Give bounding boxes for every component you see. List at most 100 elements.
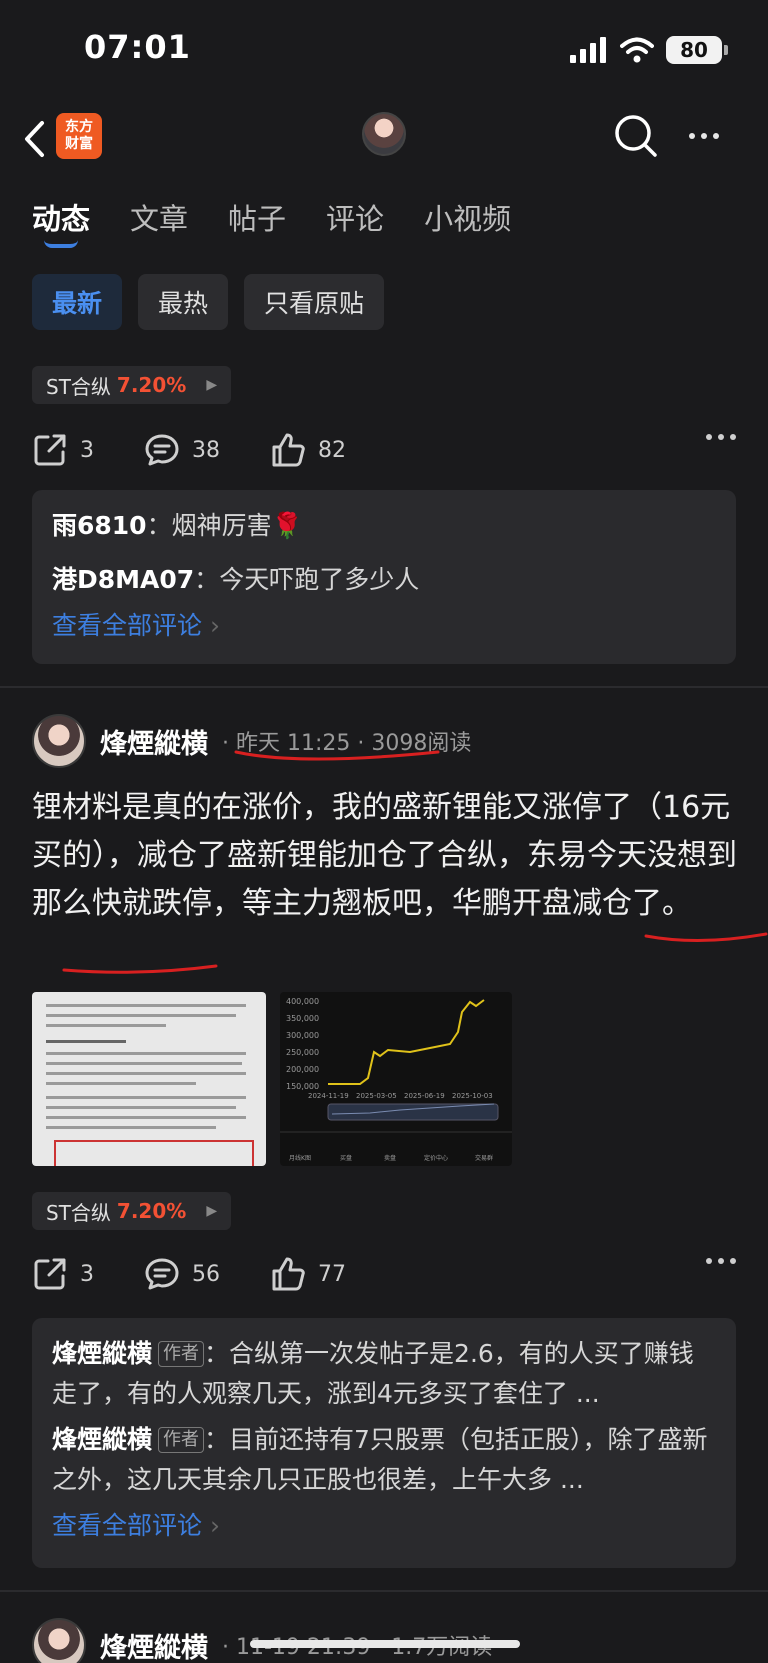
filter-bar: 最新 最热 只看原贴 xyxy=(32,274,385,330)
dot-icon xyxy=(706,434,712,440)
chart-x-tick: 2024-11-19 xyxy=(308,1092,349,1100)
share-count: 3 xyxy=(80,437,94,463)
battery-indicator: 80 xyxy=(666,36,722,64)
app-logo[interactable]: 东方 财富 xyxy=(56,113,102,159)
dot-icon xyxy=(730,434,736,440)
comment-button[interactable]: 56 xyxy=(144,1256,220,1292)
post-image-document[interactable] xyxy=(32,992,266,1166)
chart-y-tick: 250,000 xyxy=(286,1048,319,1057)
comment-item[interactable]: 烽煙縱横 作者 ：目前还持有7只股票（包括正股），除了盛新之外，这几天其余几只正股也… xyxy=(52,1420,716,1500)
author-badge: 作者 xyxy=(158,1341,205,1367)
back-button[interactable] xyxy=(14,114,54,164)
chart-y-tick: 300,000 xyxy=(286,1031,319,1040)
view-all-comments-link[interactable]: 查看全部评论 › xyxy=(52,1506,716,1546)
profile-avatar[interactable] xyxy=(362,112,406,156)
comment-author[interactable]: 雨6810 xyxy=(52,511,147,540)
view-all-comments-link[interactable]: 查看全部评论 › xyxy=(52,606,716,646)
comment-icon xyxy=(145,1258,179,1290)
post-time: 昨天 11:25 xyxy=(236,731,351,756)
chart-y-tick: 200,000 xyxy=(286,1065,319,1074)
thumbs-up-icon xyxy=(272,433,305,467)
chart-bottom-tab: 月线K图 xyxy=(289,1154,311,1162)
filter-hottest[interactable]: 最热 xyxy=(138,274,229,330)
dot-icon xyxy=(730,1258,736,1264)
post-body[interactable]: 锂材料是真的在涨价，我的盛新锂能又涨停了（16元买的），减仓了盛新锂能加仓了合纵… xyxy=(32,784,738,928)
share-icon xyxy=(34,434,66,466)
post-header: 烽煙縱横 · 昨天 11:25 · 3098阅读 xyxy=(32,712,471,770)
comment-icon xyxy=(145,434,179,466)
tab-posts[interactable]: 帖子 xyxy=(228,196,286,238)
comment-count: 38 xyxy=(192,437,220,463)
like-button[interactable]: 82 xyxy=(270,432,346,468)
like-count: 77 xyxy=(318,1261,346,1287)
status-time: 07:01 xyxy=(84,28,191,66)
author-name[interactable]: 烽煙縱横 xyxy=(100,722,208,761)
battery-tip xyxy=(724,45,728,55)
chart-x-tick: 2025-10-03 xyxy=(452,1092,493,1100)
dot-icon xyxy=(718,434,724,440)
chevron-left-icon xyxy=(25,121,44,157)
stock-name: ST合纵 xyxy=(46,374,111,399)
author-avatar[interactable] xyxy=(32,1618,86,1663)
comment-author[interactable]: 港D8MA07 xyxy=(52,565,194,594)
nav-bar: 东方 财富 xyxy=(0,100,768,180)
more-options-button[interactable] xyxy=(680,116,728,156)
share-button[interactable]: 3 xyxy=(32,1256,94,1292)
tab-comments[interactable]: 评论 xyxy=(326,196,384,238)
post-more-button[interactable] xyxy=(706,434,736,440)
comment-item[interactable]: 烽煙縱横 作者 ：合纵第一次发帖子是2.6，有的人买了赚钱走了，有的人观察几天，涨到… xyxy=(52,1334,716,1414)
share-icon xyxy=(34,1258,66,1290)
comment-item[interactable]: 雨6810：烟神厉害🌹 xyxy=(52,506,716,546)
post-actions: 3 38 82 xyxy=(32,426,736,474)
search-button[interactable] xyxy=(612,112,660,160)
chevron-right-icon: ▶ xyxy=(206,1203,218,1219)
tab-label: 动态 xyxy=(32,202,91,236)
stock-name: ST合纵 xyxy=(46,1200,111,1225)
home-indicator[interactable] xyxy=(250,1640,520,1648)
post-more-button[interactable] xyxy=(706,1258,736,1264)
chart-x-tick: 2025-03-05 xyxy=(356,1092,397,1100)
comment-text: 今天吓跑了多少人 xyxy=(219,565,420,594)
stock-change: 7.20% xyxy=(116,373,187,397)
filter-latest[interactable]: 最新 xyxy=(32,274,123,330)
status-bar: 07:01 80 xyxy=(0,0,768,100)
comment-count: 56 xyxy=(192,1261,220,1287)
post-meta: · 昨天 11:25 · 3098阅读 xyxy=(222,731,472,756)
tab-short-videos[interactable]: 小视频 xyxy=(424,196,511,238)
dot-icon xyxy=(718,1258,724,1264)
author-avatar[interactable] xyxy=(32,714,86,768)
chevron-right-icon: › xyxy=(209,1511,220,1540)
chart-y-tick: 400,000 xyxy=(286,997,319,1006)
share-button[interactable]: 3 xyxy=(32,432,94,468)
author-badge: 作者 xyxy=(158,1427,205,1453)
comment-preview: 雨6810：烟神厉害🌹 港D8MA07：今天吓跑了多少人 查看全部评论 › xyxy=(32,490,736,664)
filter-original-only[interactable]: 只看原贴 xyxy=(244,274,385,330)
comment-text: 烟神厉害🌹 xyxy=(171,511,303,540)
post-actions: 3 56 77 xyxy=(32,1250,736,1298)
tab-articles[interactable]: 文章 xyxy=(130,196,188,238)
chart-x-tick: 2025-06-19 xyxy=(404,1092,445,1100)
comment-author[interactable]: 烽煙縱横 xyxy=(52,1425,152,1454)
dot-icon xyxy=(701,133,707,139)
stock-change: 7.20% xyxy=(116,1199,187,1223)
status-icons: 80 xyxy=(570,36,728,64)
view-all-label: 查看全部评论 xyxy=(52,611,203,640)
comment-item[interactable]: 港D8MA07：今天吓跑了多少人 xyxy=(52,560,716,600)
profile-tabs: 动态 文章 帖子 评论 小视频 xyxy=(32,196,511,248)
dot-icon xyxy=(706,1258,712,1264)
chart-bottom-tab: 定价中心 xyxy=(424,1154,448,1162)
tab-dynamic[interactable]: 动态 xyxy=(32,196,91,248)
comment-button[interactable]: 38 xyxy=(144,432,220,468)
comment-author[interactable]: 烽煙縱横 xyxy=(52,1339,152,1368)
like-button[interactable]: 77 xyxy=(270,1256,346,1292)
dot-icon xyxy=(713,133,719,139)
stock-chip[interactable]: ST合纵 7.20% ▶ xyxy=(32,366,232,404)
post-image-price-chart[interactable]: 400,000 350,000 300,000 250,000 200,000 … xyxy=(280,992,512,1166)
wifi-icon xyxy=(620,37,654,63)
post-reads: 3098阅读 xyxy=(371,731,472,756)
author-name[interactable]: 烽煙縱横 xyxy=(100,1626,208,1663)
stock-chip[interactable]: ST合纵 7.20% ▶ xyxy=(32,1192,232,1230)
post-divider xyxy=(0,1590,768,1592)
chart-bottom-tab: 买盘 xyxy=(340,1154,352,1162)
logo-text-top: 东方 xyxy=(65,119,93,135)
